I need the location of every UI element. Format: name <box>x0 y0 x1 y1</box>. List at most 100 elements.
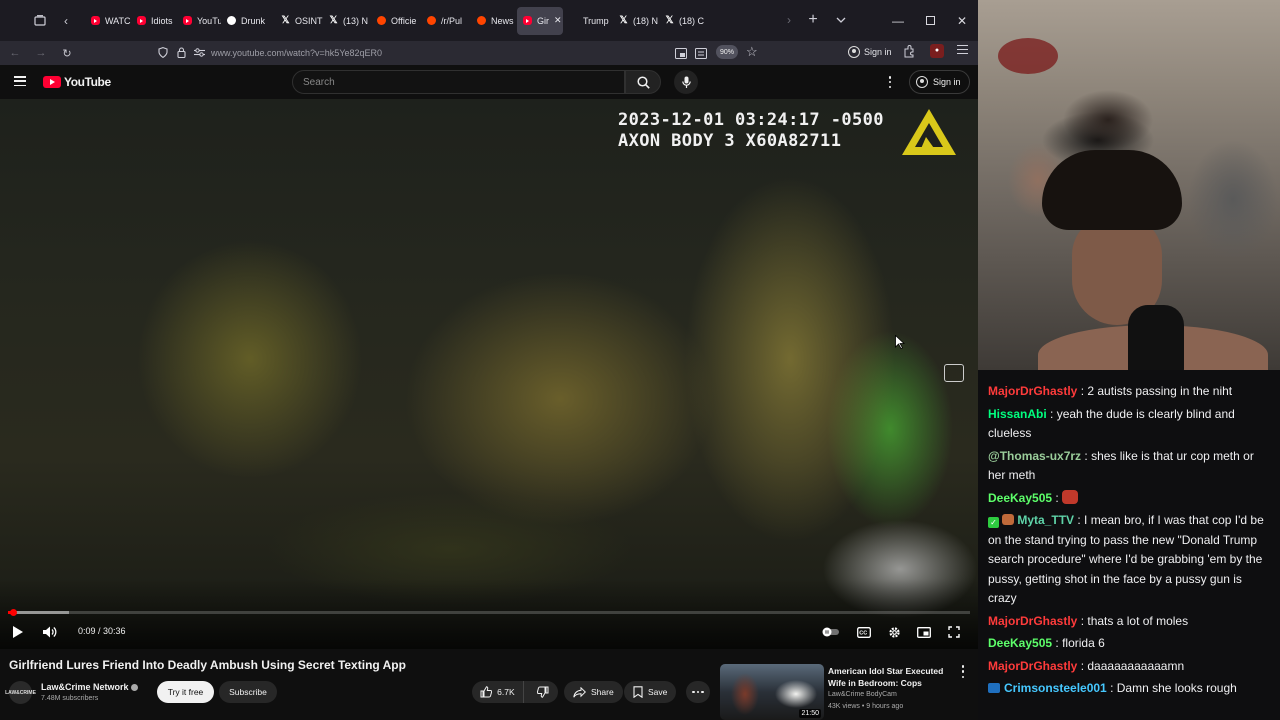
more-actions-button[interactable] <box>686 681 710 703</box>
voice-search-button[interactable] <box>674 70 698 94</box>
scroll-left-icon[interactable]: ‹ <box>55 10 77 32</box>
browser-tab[interactable]: WATC <box>85 7 131 35</box>
reddit-icon <box>427 16 436 25</box>
chat-username[interactable]: MajorDrGhastly <box>988 384 1077 398</box>
app-menu-icon[interactable] <box>957 45 968 54</box>
microphone-icon <box>681 76 691 88</box>
chat-message: DeeKay505 : <box>988 489 1270 509</box>
browser-tab[interactable]: News <box>471 7 517 35</box>
save-button[interactable]: Save <box>624 681 677 703</box>
chat-username[interactable]: DeeKay505 <box>988 491 1052 505</box>
forward-icon[interactable]: → <box>29 41 53 65</box>
chat-username[interactable]: @Thomas-ux7rz <box>988 449 1081 463</box>
scroll-right-icon[interactable]: › <box>778 9 800 31</box>
search-button[interactable] <box>625 70 661 94</box>
user-avatar-icon <box>916 76 928 88</box>
try-it-free-button[interactable]: Try it free <box>157 681 214 703</box>
chat-username[interactable]: DeeKay505 <box>988 636 1052 650</box>
close-tab-icon[interactable]: ✕ <box>554 15 562 26</box>
chat-username[interactable]: HissanAbi <box>988 407 1047 421</box>
browser-tab-label: (18) C <box>679 15 705 26</box>
fullscreen-button[interactable] <box>944 620 964 644</box>
scrubber-handle[interactable] <box>9 609 17 616</box>
list-all-tabs-icon[interactable] <box>830 9 852 31</box>
channel-name-text[interactable]: Law&Crime Network <box>41 682 129 692</box>
captions-button[interactable]: CC <box>854 620 874 644</box>
mute-button[interactable] <box>40 620 60 644</box>
channel-name[interactable]: Law&Crime Network <box>41 682 138 692</box>
channel-avatar[interactable]: LAW&CRIME <box>5 681 36 704</box>
close-window-icon[interactable]: ✕ <box>946 0 978 41</box>
url-text[interactable]: www.youtube.com/watch?v=hk5Ye82qER0 <box>211 48 382 58</box>
youtube-header: YouTube Search Sign in <box>0 65 978 99</box>
video-progress-bar[interactable] <box>8 609 970 616</box>
chat-text: florida 6 <box>1062 636 1105 650</box>
browser-tab[interactable]: Officie <box>371 7 421 35</box>
browser-tab[interactable]: 𝕏 (18) C <box>659 7 705 35</box>
browser-tab-label: News <box>491 15 514 26</box>
reload-icon[interactable]: ↻ <box>55 41 79 65</box>
recommended-meta: 43K views • 9 hours ago <box>828 703 904 710</box>
browser-tab[interactable]: Trump <box>563 7 613 35</box>
miniplayer-overlay-icon[interactable] <box>944 364 964 382</box>
bookmark-star-icon[interactable]: ☆ <box>746 44 758 60</box>
like-dislike-group: 6.7K <box>472 681 558 703</box>
permissions-icon[interactable] <box>194 47 205 59</box>
picture-in-picture-icon[interactable] <box>675 46 687 64</box>
reader-view-icon[interactable] <box>695 46 707 64</box>
reddit-icon <box>477 16 486 25</box>
like-button[interactable]: 6.7K <box>472 681 524 703</box>
browser-tab[interactable]: Gir ✕ <box>517 6 563 35</box>
maximize-icon[interactable] <box>914 0 946 41</box>
video-title: Girlfriend Lures Friend Into Deadly Ambu… <box>9 658 406 672</box>
search-input[interactable]: Search <box>292 70 625 94</box>
recommended-channel[interactable]: Law&Crime BodyCam <box>828 691 897 698</box>
new-tab-icon[interactable]: + <box>802 9 824 31</box>
browser-tab[interactable]: YouTu <box>177 7 221 35</box>
browser-tab[interactable]: 𝕏 (18) N <box>613 7 659 35</box>
video-player[interactable]: 2023-12-01 03:24:17 -0500 AXON BODY 3 X60… <box>0 99 978 649</box>
autoplay-icon <box>822 627 839 637</box>
youtube-logo[interactable]: YouTube <box>43 75 111 89</box>
settings-kebab-icon[interactable] <box>885 74 895 90</box>
browser-tab[interactable]: /r/Pul <box>421 7 471 35</box>
mouse-cursor-icon <box>895 335 905 349</box>
youtube-play-icon <box>43 76 61 88</box>
streamer-microphone <box>1128 305 1184 370</box>
autoplay-toggle[interactable] <box>821 620 841 644</box>
back-icon[interactable]: ← <box>3 41 27 65</box>
settings-button[interactable] <box>884 620 904 644</box>
chat-message: MajorDrGhastly : 2 autists passing in th… <box>988 384 1233 398</box>
zoom-level-badge[interactable]: 90% <box>716 45 739 59</box>
browser-tab[interactable]: Idiots <box>131 7 177 35</box>
recommended-menu-icon[interactable] <box>960 665 966 678</box>
browser-tab[interactable]: Drunk <box>221 7 275 35</box>
bodycam-timestamp: 2023-12-01 03:24:17 -0500 <box>618 110 884 130</box>
recommended-thumbnail[interactable]: 21:50 <box>720 664 824 720</box>
minimize-icon[interactable]: — <box>882 0 914 41</box>
dislike-button[interactable] <box>529 681 558 703</box>
browser-tab[interactable]: 𝕏 (13) N <box>323 7 371 35</box>
subscribe-button[interactable]: Subscribe <box>219 681 277 703</box>
recommended-title[interactable]: American Idol Star Executed Wife in Bedr… <box>828 665 953 689</box>
browser-tab[interactable]: 𝕏 OSINT <box>275 7 323 35</box>
chat-message: DeeKay505 : florida 6 <box>988 636 1105 650</box>
chat-username[interactable]: MajorDrGhastly <box>988 614 1077 628</box>
browser-tab-label: OSINT <box>295 15 323 26</box>
extensions-icon[interactable] <box>903 45 915 63</box>
ublock-extension-icon[interactable]: ● <box>930 44 944 58</box>
chat-username[interactable]: MajorDrGhastly <box>988 659 1077 673</box>
theater-mode-button[interactable] <box>914 620 934 644</box>
share-label: Share <box>591 687 614 697</box>
chat-username[interactable]: Crimsonsteele001 <box>1004 681 1107 695</box>
share-button[interactable]: Share <box>564 681 623 703</box>
guide-menu-icon[interactable] <box>14 76 26 86</box>
play-button[interactable] <box>8 620 28 644</box>
tab-list-icon[interactable] <box>29 10 51 32</box>
account-signin-label: Sign in <box>864 47 892 57</box>
account-signin-button[interactable]: Sign in <box>848 46 892 58</box>
chat-username[interactable]: Myta_TTV <box>1017 513 1074 527</box>
youtube-signin-button[interactable]: Sign in <box>909 70 970 94</box>
browser-tab-label: /r/Pul <box>441 15 463 26</box>
reddit-icon <box>377 16 386 25</box>
